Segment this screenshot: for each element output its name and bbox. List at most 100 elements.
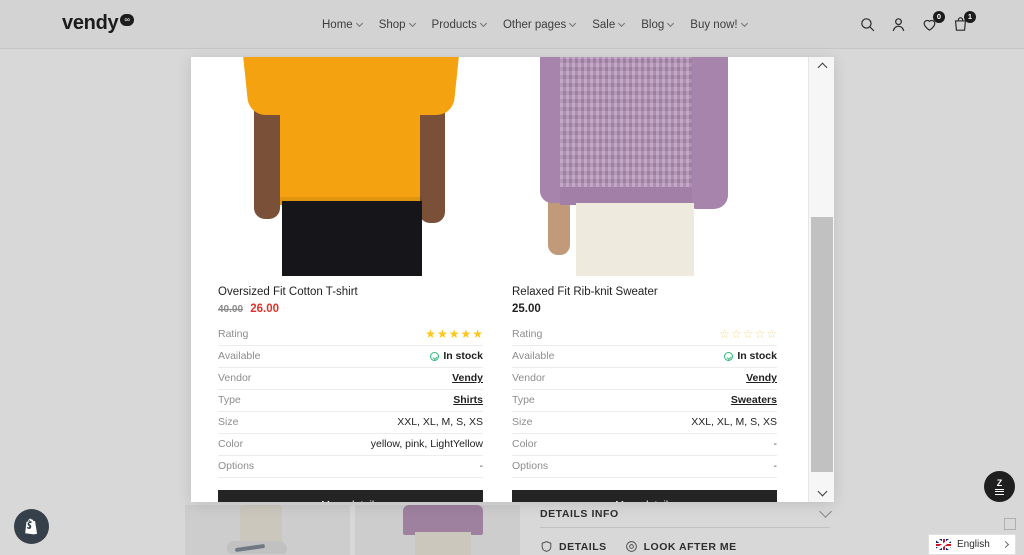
product-title[interactable]: Oversized Fit Cotton T-shirt <box>218 286 483 298</box>
spec-label: Options <box>512 460 549 472</box>
wishlist-icon[interactable]: 0 <box>921 11 945 33</box>
vendor-link[interactable]: Vendy <box>746 372 777 384</box>
product-image-tshirt[interactable] <box>218 57 483 276</box>
product-price-old: 40.00 <box>218 304 244 315</box>
spec-label: Options <box>218 460 255 472</box>
modal-scroll-body: Oversized Fit Cotton T-shirt 40.00 26.00… <box>191 57 808 502</box>
spec-row-options: Options - <box>512 456 777 478</box>
nav-label: Sale <box>592 18 616 31</box>
product-price: 25.00 <box>512 303 777 315</box>
logo-badge: ∞ <box>120 14 134 26</box>
nav-label: Products <box>431 18 477 31</box>
product-spec-list: Rating ☆ ☆ ☆ ☆ ☆ Available In stock Vend… <box>512 324 777 478</box>
color-value: - <box>773 438 778 450</box>
stock-status: In stock <box>724 350 777 362</box>
scroll-up-arrow[interactable] <box>809 57 835 75</box>
more-details-button[interactable]: More details <box>512 490 777 502</box>
wishlist-count-badge: 0 <box>933 11 945 23</box>
product-image-sweater[interactable] <box>512 57 777 276</box>
spec-label: Type <box>512 394 535 406</box>
main-navigation: Home Shop Products Other pages Sale Blog <box>322 0 748 49</box>
spec-row-options: Options - <box>218 456 483 478</box>
chevron-down-icon <box>667 19 675 27</box>
size-value: XXL, XL, M, S, XS <box>397 416 483 428</box>
type-link[interactable]: Shirts <box>453 394 483 406</box>
spec-label: Size <box>218 416 239 428</box>
nav-label: Home <box>322 18 353 31</box>
nav-label: Shop <box>378 18 406 31</box>
rating-stars-5: ★ ★ ★ ★ ★ <box>425 327 483 341</box>
spec-label: Available <box>218 350 261 362</box>
stock-label: In stock <box>737 350 777 362</box>
account-icon[interactable] <box>890 16 907 33</box>
nav-item-shop[interactable]: Shop <box>378 18 416 31</box>
nav-item-home[interactable]: Home <box>322 18 363 31</box>
spec-row-rating: Rating ☆ ☆ ☆ ☆ ☆ <box>512 324 777 346</box>
search-icon[interactable] <box>859 16 876 33</box>
spec-row-type: Type Shirts <box>218 390 483 412</box>
color-value: yellow, pink, LightYellow <box>370 438 483 450</box>
nav-label: Blog <box>641 18 665 31</box>
check-circle-icon <box>724 351 734 361</box>
chevron-down-icon <box>479 19 487 27</box>
site-logo[interactable]: vendy ∞ <box>62 13 134 33</box>
chevron-down-icon <box>355 19 363 27</box>
spec-row-type: Type Sweaters <box>512 390 777 412</box>
floating-action-button[interactable]: Z <box>984 471 1015 502</box>
options-value: - <box>773 460 778 472</box>
chevron-down-icon <box>618 19 626 27</box>
spec-row-size: Size XXL, XL, M, S, XS <box>512 412 777 434</box>
language-selector[interactable]: English <box>928 534 1016 555</box>
scrollbar-thumb[interactable] <box>811 217 833 472</box>
spec-row-color: Color yellow, pink, LightYellow <box>218 434 483 456</box>
nav-label: Buy now! <box>690 18 738 31</box>
vendor-link[interactable]: Vendy <box>452 372 483 384</box>
site-header: vendy ∞ Home Shop Products Other pages S… <box>0 0 1024 49</box>
more-details-button[interactable]: More details <box>218 490 483 502</box>
modal-scrollbar[interactable] <box>808 57 834 502</box>
spec-row-rating: Rating ★ ★ ★ ★ ★ <box>218 324 483 346</box>
chevron-down-icon <box>408 19 416 27</box>
size-value: XXL, XL, M, S, XS <box>691 416 777 428</box>
nav-item-sale[interactable]: Sale <box>592 18 626 31</box>
rating-stars-0: ☆ ☆ ☆ ☆ ☆ <box>719 327 777 341</box>
cart-icon[interactable]: 1 <box>952 11 976 33</box>
spec-row-size: Size XXL, XL, M, S, XS <box>218 412 483 434</box>
spec-label: Color <box>512 438 538 450</box>
chevron-right-icon <box>1001 540 1010 549</box>
spec-label: Rating <box>218 328 249 340</box>
product-spec-list: Rating ★ ★ ★ ★ ★ Available In stock Vend… <box>218 324 483 478</box>
scroll-down-arrow[interactable] <box>809 484 835 502</box>
options-value: - <box>479 460 484 472</box>
spec-label: Color <box>218 438 244 450</box>
product-card: Oversized Fit Cotton T-shirt 40.00 26.00… <box>218 57 483 502</box>
spec-label: Rating <box>512 328 543 340</box>
check-circle-icon <box>430 351 440 361</box>
chevron-down-icon <box>817 486 827 497</box>
spec-row-available: Available In stock <box>218 346 483 368</box>
logo-text: vendy <box>62 12 119 34</box>
product-card: Relaxed Fit Rib-knit Sweater 25.00 Ratin… <box>512 57 777 502</box>
nav-item-other-pages[interactable]: Other pages <box>503 19 577 31</box>
spec-label: Available <box>512 350 555 362</box>
cart-count-badge: 1 <box>964 11 976 23</box>
spec-label: Size <box>512 416 533 428</box>
product-grid: Oversized Fit Cotton T-shirt 40.00 26.00… <box>191 57 808 502</box>
chevron-up-icon <box>817 62 827 73</box>
chevron-down-icon <box>740 19 748 27</box>
spec-row-vendor: Vendor Vendy <box>218 368 483 390</box>
spec-label: Vendor <box>218 372 252 384</box>
type-link[interactable]: Sweaters <box>731 394 777 406</box>
stock-label: In stock <box>443 350 483 362</box>
language-label: English <box>957 539 990 550</box>
product-title[interactable]: Relaxed Fit Rib-knit Sweater <box>512 286 777 298</box>
spec-row-color: Color - <box>512 434 777 456</box>
nav-item-buy-now[interactable]: Buy now! <box>690 18 748 31</box>
product-price-regular: 25.00 <box>512 303 541 315</box>
product-price: 40.00 26.00 <box>218 303 483 315</box>
spec-row-available: Available In stock <box>512 346 777 368</box>
nav-item-products[interactable]: Products <box>431 18 487 31</box>
spec-row-vendor: Vendor Vendy <box>512 368 777 390</box>
shopify-badge[interactable] <box>14 509 49 544</box>
nav-item-blog[interactable]: Blog <box>641 18 675 31</box>
